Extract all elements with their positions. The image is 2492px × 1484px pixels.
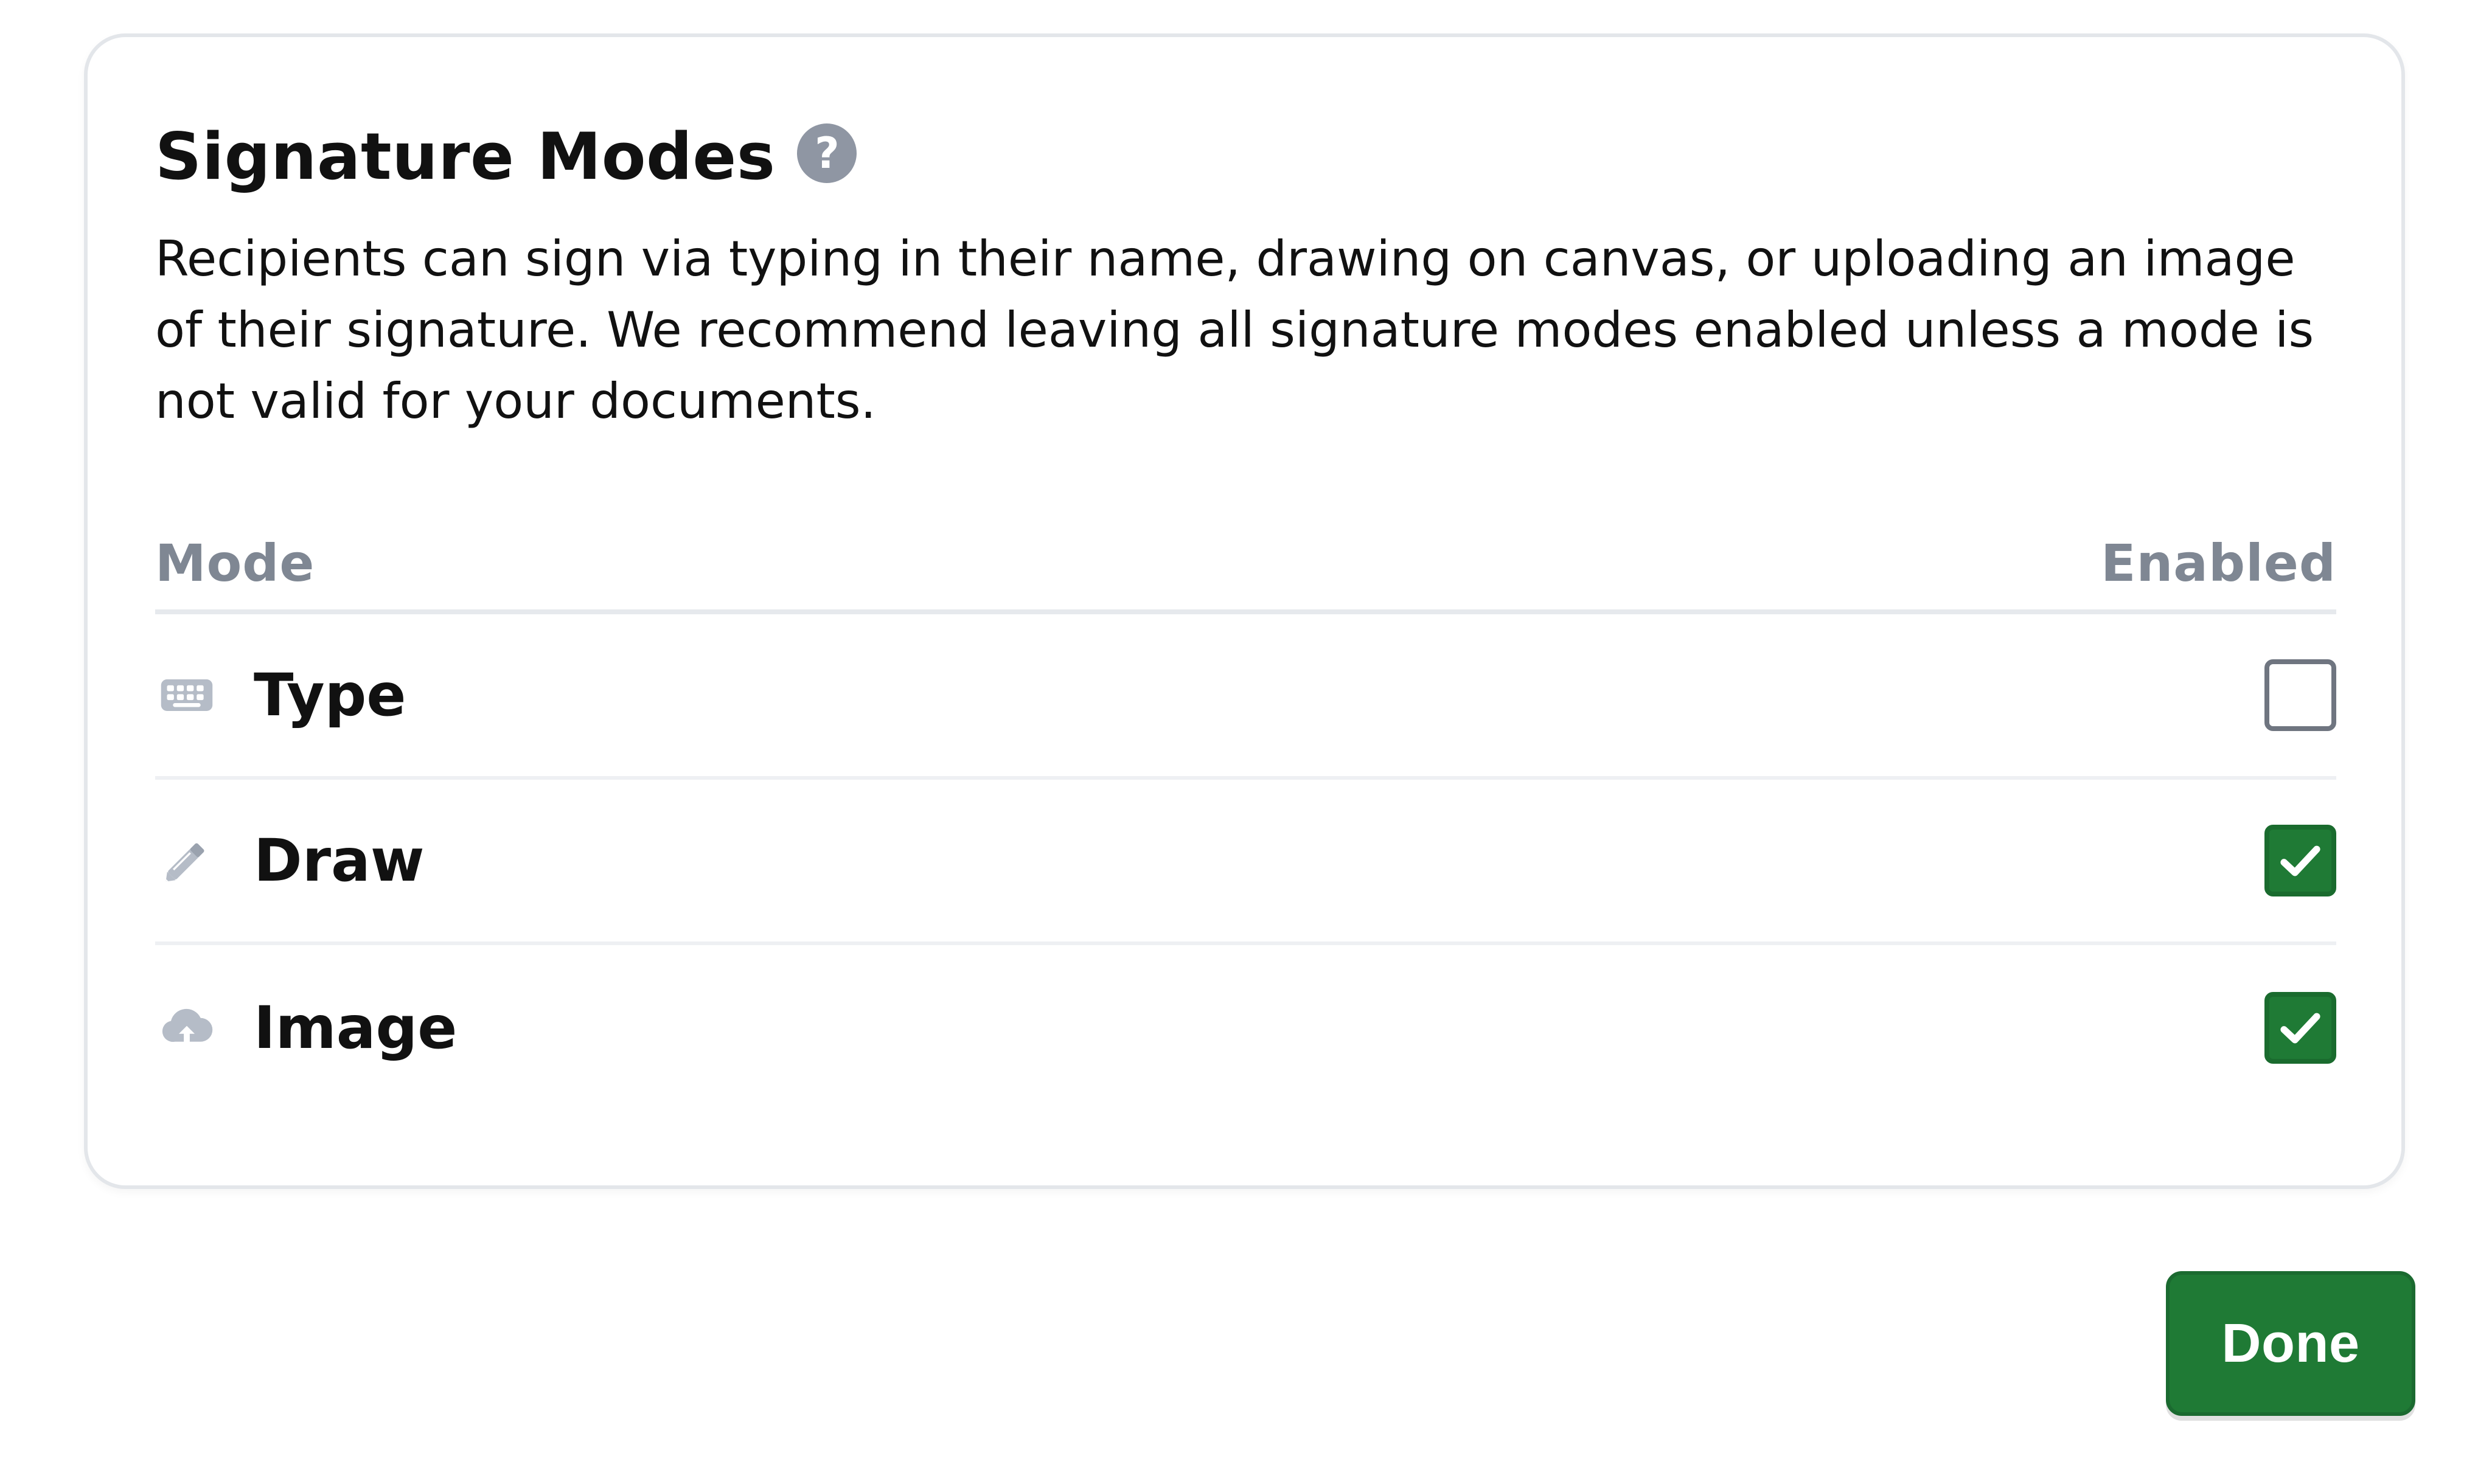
signature-modes-table: Mode Enabled Type Draw Image	[155, 517, 2336, 1111]
table-header: Mode Enabled	[155, 517, 2336, 614]
type-enabled-checkbox[interactable]	[2264, 659, 2336, 731]
mode-label-type: Type	[254, 661, 406, 729]
draw-enabled-checkbox[interactable]	[2264, 825, 2336, 896]
row-left: Draw	[155, 829, 425, 892]
dialog-title: Signature Modes	[155, 119, 776, 194]
column-header-mode: Mode	[155, 533, 315, 593]
table-row-type: Type	[155, 614, 2336, 780]
column-header-enabled: Enabled	[2101, 533, 2336, 593]
row-left: Type	[155, 664, 406, 727]
dialog-header: Signature Modes ?	[155, 119, 857, 194]
table-row-image: Image	[155, 945, 2336, 1111]
keyboard-icon	[155, 664, 218, 727]
row-left: Image	[155, 996, 457, 1059]
done-button[interactable]: Done	[2166, 1271, 2415, 1416]
mode-label-draw: Draw	[254, 827, 425, 895]
image-enabled-checkbox[interactable]	[2264, 992, 2336, 1064]
question-circle-icon[interactable]: ?	[797, 123, 857, 183]
checkmark-icon	[2280, 845, 2320, 876]
pencil-icon	[155, 829, 218, 892]
cloud-upload-icon	[155, 996, 218, 1059]
page: Signature Modes ? Recipients can sign vi…	[0, 0, 2492, 1484]
mode-label-image: Image	[254, 994, 458, 1062]
dialog-description: Recipients can sign via typing in their …	[155, 231, 2314, 429]
table-row-draw: Draw	[155, 780, 2336, 945]
checkmark-icon	[2280, 1013, 2320, 1044]
